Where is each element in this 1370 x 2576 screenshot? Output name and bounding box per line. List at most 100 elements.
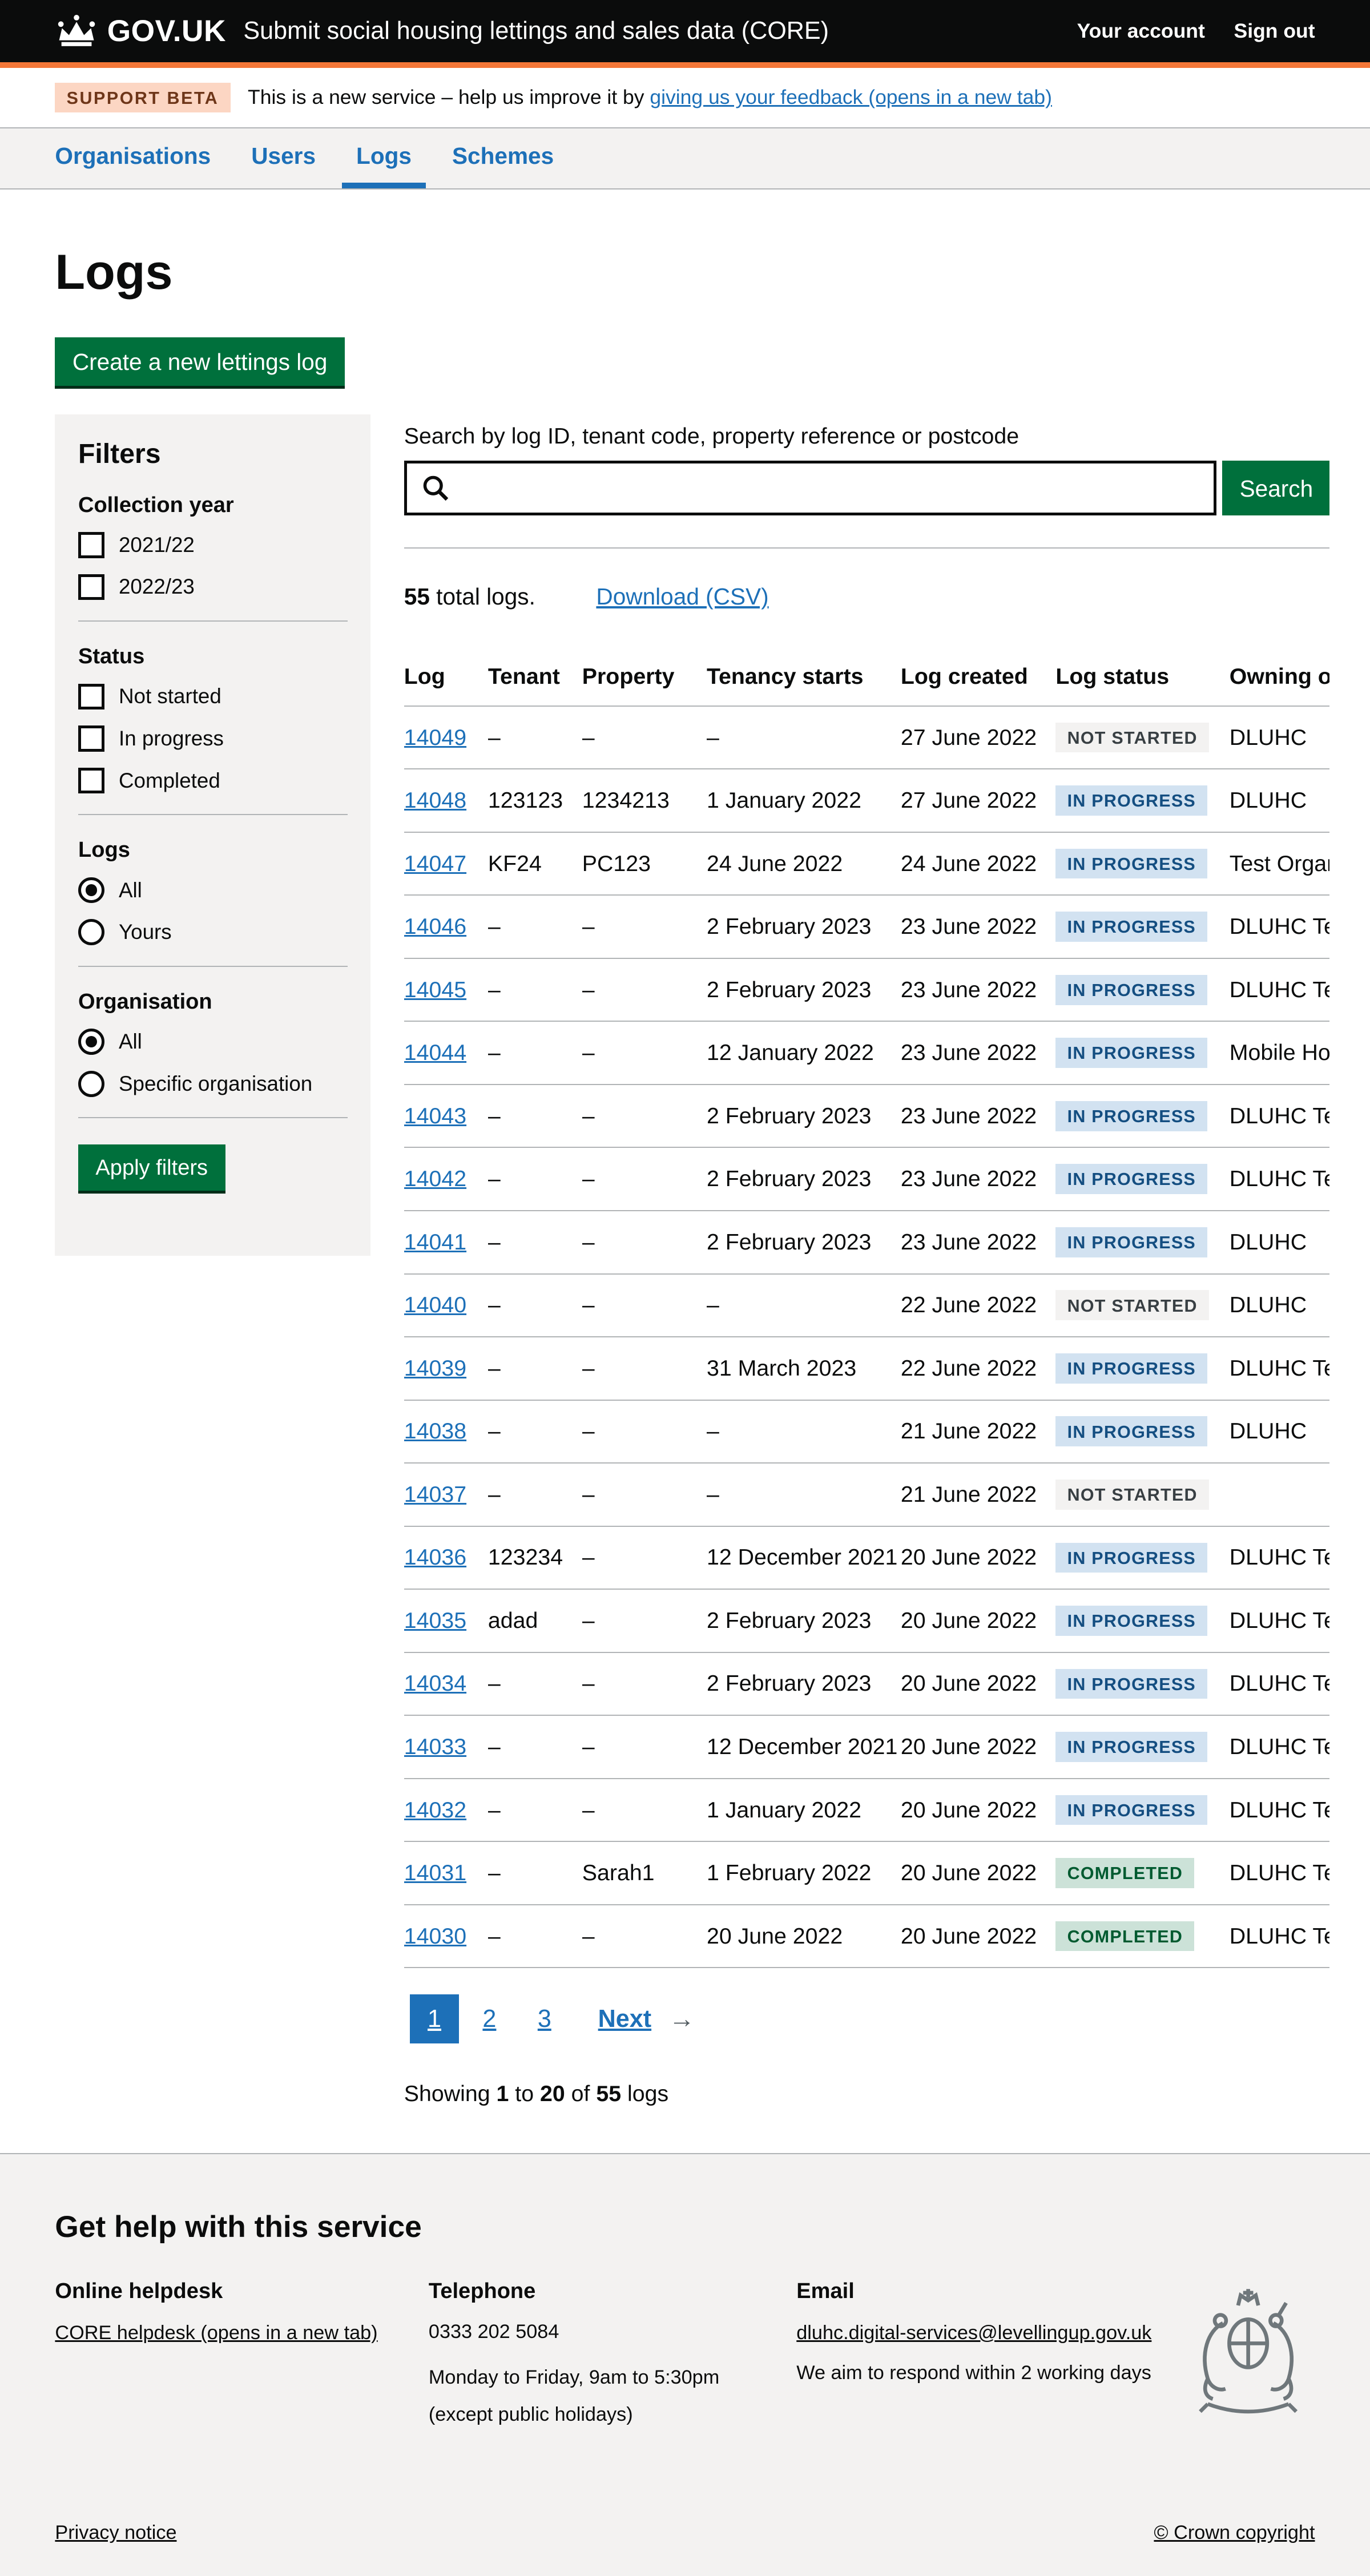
showing-prefix: Showing [404,2081,497,2106]
log-id-link[interactable]: 14035 [404,1608,466,1633]
table-row: 14036123234–12 December 202120 June 2022… [404,1526,1329,1590]
log-id-link[interactable]: 14039 [404,1356,466,1381]
log-id-link[interactable]: 14046 [404,914,466,939]
cell-tenant: – [488,1337,582,1400]
radio-yours[interactable]: Yours [78,919,348,945]
checkbox-control[interactable] [78,725,104,752]
cell-tenancy-starts: – [707,706,901,769]
status-badge: IN PROGRESS [1055,912,1207,942]
log-id-link[interactable]: 14030 [404,1924,466,1949]
radio-control[interactable] [78,1029,104,1055]
checkbox-control[interactable] [78,574,104,600]
your-account-link[interactable]: Your account [1077,19,1205,43]
log-id-link[interactable]: 14037 [404,1482,466,1507]
log-id-link[interactable]: 14038 [404,1418,466,1444]
totals-line: 55 total logs. Download (CSV) [404,583,1329,610]
cell-tenancy-starts: – [707,1463,901,1526]
cell-tenant: 123234 [488,1526,582,1590]
checkbox-control[interactable] [78,768,104,794]
cell-log-created: 21 June 2022 [901,1400,1055,1464]
cell-log-created: 20 June 2022 [901,1841,1055,1905]
nav-item-users[interactable]: Users [237,128,331,188]
cell-tenancy-starts: – [707,1400,901,1464]
apply-filters-button[interactable]: Apply filters [78,1144,225,1191]
core-helpdesk-link[interactable]: CORE helpdesk (opens in a new tab) [55,2322,377,2344]
log-id-link[interactable]: 14032 [404,1797,466,1823]
search-input[interactable] [462,463,1214,513]
govuk-logo[interactable]: GOV.UK [55,14,226,49]
radio-control[interactable] [78,877,104,904]
log-id-link[interactable]: 14031 [404,1860,466,1885]
log-id-link[interactable]: 14042 [404,1166,466,1191]
telephone-heading: Telephone [429,2279,796,2304]
table-row: 14032––1 January 202220 June 2022IN PROG… [404,1779,1329,1842]
pagination-page-3[interactable]: 3 [520,1994,569,2043]
search-button[interactable]: Search [1222,461,1329,515]
status-badge: IN PROGRESS [1055,849,1207,879]
log-id-link[interactable]: 14044 [404,1040,466,1065]
table-row: 14045––2 February 202323 June 2022IN PRO… [404,958,1329,1022]
radio-control[interactable] [78,1071,104,1097]
column-header-property: Property [582,648,707,706]
cell-log-created: 23 June 2022 [901,895,1055,958]
pagination-page-2[interactable]: 2 [465,1994,514,2043]
feedback-link[interactable]: giving us your feedback (opens in a new … [650,86,1052,108]
log-id-link[interactable]: 14049 [404,725,466,750]
govuk-header: GOV.UK Submit social housing lettings an… [0,0,1370,68]
checkbox-2021-22[interactable]: 2021/22 [78,532,348,558]
nav-item-logs[interactable]: Logs [342,128,426,188]
total-logs-count: 55 [404,583,430,610]
sign-out-link[interactable]: Sign out [1234,19,1315,43]
showing-from: 1 [497,2081,509,2106]
cell-log-created: 23 June 2022 [901,1085,1055,1148]
pagination-page-1[interactable]: 1 [410,1994,459,2043]
cell-property: – [582,1589,707,1652]
showing-to-text: to [509,2081,540,2106]
cell-property: 1234213 [582,769,707,832]
checkbox-in-progress[interactable]: In progress [78,725,348,752]
service-name-link[interactable]: Submit social housing lettings and sales… [243,17,1077,45]
radio-all[interactable]: All [78,1029,348,1055]
log-id-link[interactable]: 14043 [404,1103,466,1128]
cell-property: – [582,895,707,958]
status-badge: IN PROGRESS [1055,975,1207,1005]
download-csv-link[interactable]: Download (CSV) [596,583,768,610]
filter-divider [78,814,348,815]
cell-tenancy-starts: 2 February 2023 [707,1211,901,1274]
page-container: Logs Create a new lettings log Filters C… [0,244,1370,2107]
cell-tenant: – [488,895,582,958]
log-id-link[interactable]: 14040 [404,1292,466,1317]
nav-item-schemes[interactable]: Schemes [438,128,569,188]
telephone-number: 0333 202 5084 [429,2318,796,2347]
create-lettings-log-button[interactable]: Create a new lettings log [55,337,345,386]
log-id-link[interactable]: 14036 [404,1545,466,1570]
status-badge: IN PROGRESS [1055,1353,1207,1384]
checkbox-2022-23[interactable]: 2022/23 [78,574,348,600]
log-id-link[interactable]: 14045 [404,977,466,1002]
privacy-notice-link[interactable]: Privacy notice [55,2522,176,2544]
log-id-link[interactable]: 14047 [404,851,466,876]
email-link[interactable]: dluhc.digital-services@levellingup.gov.u… [796,2322,1151,2344]
checkbox-not-started[interactable]: Not started [78,684,348,710]
log-id-link[interactable]: 14048 [404,788,466,813]
radio-specific-organisation[interactable]: Specific organisation [78,1071,348,1097]
crown-copyright-link[interactable]: © Crown copyright [1154,2522,1315,2544]
checkbox-control[interactable] [78,532,104,558]
showing-summary: Showing 1 to 20 of 55 logs [404,2081,1329,2107]
cell-tenant: – [488,1779,582,1842]
log-id-link[interactable]: 14041 [404,1229,466,1255]
cell-property: PC123 [582,832,707,896]
option-label: Completed [119,769,220,793]
checkbox-completed[interactable]: Completed [78,768,348,794]
log-id-link[interactable]: 14034 [404,1671,466,1696]
radio-all[interactable]: All [78,877,348,904]
cell-log-created: 20 June 2022 [901,1715,1055,1779]
cell-tenancy-starts: 2 February 2023 [707,1085,901,1148]
log-id-link[interactable]: 14033 [404,1734,466,1759]
radio-control[interactable] [78,919,104,945]
checkbox-control[interactable] [78,684,104,710]
nav-item-organisations[interactable]: Organisations [41,128,225,188]
filter-group-label-collection-year: Collection year [78,493,348,518]
cell-tenant: – [488,1147,582,1211]
pagination-next-link[interactable]: Next [598,2005,651,2033]
